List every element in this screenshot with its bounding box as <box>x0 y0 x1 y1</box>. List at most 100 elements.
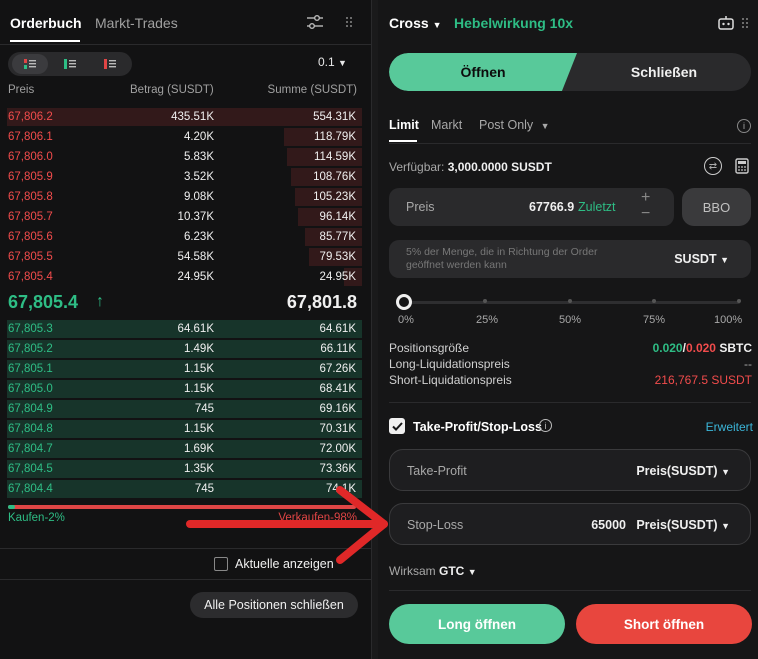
bid-row[interactable]: 67,804.9 745 69.16K <box>0 399 362 419</box>
ask-row[interactable]: 67,805.5 54.58K 79.53K <box>0 247 362 267</box>
price-input[interactable]: Preis 67766.9 Zuletzt + − <box>389 188 674 226</box>
row-total: 69.16K <box>319 403 356 415</box>
calculator-icon[interactable] <box>734 157 750 175</box>
bid-row[interactable]: 67,804.4 745 74.1K <box>0 479 362 499</box>
drag-handle-icon[interactable] <box>740 15 750 31</box>
ask-row[interactable]: 67,805.8 9.08K 105.23K <box>0 187 362 207</box>
row-price: 67,804.5 <box>8 463 53 475</box>
tif-select[interactable]: GTC ▼ <box>439 564 477 578</box>
open-close-toggle: Öffnen Schließen <box>389 53 751 91</box>
row-amount: 4.20K <box>183 131 214 143</box>
show-current-checkbox[interactable] <box>214 557 228 571</box>
row-amount: 1.49K <box>183 343 214 355</box>
ask-row[interactable]: 67,805.4 24.95K 24.95K <box>0 267 362 287</box>
slider-step-dot[interactable] <box>737 299 741 303</box>
long-liquidation-value: -- <box>744 357 752 371</box>
row-price: 67,804.9 <box>8 403 53 415</box>
ask-row[interactable]: 67,806.0 5.83K 114.59K <box>0 147 362 167</box>
tab-market-trades[interactable]: Markt-Trades <box>95 15 178 31</box>
view-both-button[interactable] <box>12 54 48 74</box>
position-size-unit: SBTC <box>719 341 752 355</box>
open-short-button[interactable]: Short öffnen <box>576 604 752 644</box>
quantity-unit-select[interactable]: SUSDT ▼ <box>674 252 729 266</box>
slider-step-dot[interactable] <box>652 299 656 303</box>
stop-loss-label: Stop-Loss <box>407 518 464 532</box>
bid-row[interactable]: 67,804.8 1.15K 70.31K <box>0 419 362 439</box>
settings-sliders-icon[interactable] <box>304 12 326 32</box>
bid-row[interactable]: 67,804.7 1.69K 72.00K <box>0 439 362 459</box>
order-type-market[interactable]: Markt <box>431 118 462 132</box>
row-amount: 1.15K <box>183 423 214 435</box>
arrow-up-icon: ↑ <box>96 293 104 310</box>
bid-row[interactable]: 67,805.1 1.15K 67.26K <box>0 359 362 379</box>
row-total: 72.00K <box>319 443 356 455</box>
row-price: 67,805.1 <box>8 363 53 375</box>
precision-select[interactable]: 0.1 ▼ <box>318 55 347 69</box>
buy-sell-ratio-bar <box>8 505 356 509</box>
slider-step-dot[interactable] <box>568 299 572 303</box>
tif-value: GTC <box>439 564 465 578</box>
row-price: 67,805.7 <box>8 211 53 223</box>
stop-loss-value[interactable]: 65000 <box>591 518 626 532</box>
ask-row[interactable]: 67,805.7 10.37K 96.14K <box>0 207 362 227</box>
row-amount: 1.69K <box>183 443 214 455</box>
row-price: 67,805.6 <box>8 231 53 243</box>
close-all-positions-button[interactable]: Alle Positionen schließen <box>190 592 358 618</box>
order-type-post-only[interactable]: Post Only ▼ <box>479 118 550 132</box>
stop-loss-input[interactable]: Stop-Loss 65000 Preis(SUSDT) ▼ <box>389 503 751 545</box>
caret-down-icon: ▼ <box>432 20 442 30</box>
info-icon[interactable]: i <box>539 419 552 432</box>
slider-step-dot[interactable] <box>483 299 487 303</box>
stop-loss-unit-select[interactable]: Preis(SUSDT) ▼ <box>636 518 730 532</box>
slider-label-0: 0% <box>398 314 414 326</box>
available-value: 3,000.0000 SUSDT <box>447 160 552 174</box>
close-tab-button[interactable]: Schließen <box>577 53 751 91</box>
position-size-label: Positionsgröße <box>389 341 470 355</box>
view-bids-button[interactable] <box>52 54 88 74</box>
bid-row[interactable]: 67,804.5 1.35K 73.36K <box>0 459 362 479</box>
row-total: 85.77K <box>319 231 356 243</box>
position-size-short: 0.020 <box>685 341 716 355</box>
short-liquidation-label: Short-Liquidationspreis <box>389 373 512 387</box>
size-slider-handle[interactable] <box>396 294 412 310</box>
info-icon[interactable]: i <box>737 119 751 133</box>
row-price: 67,805.5 <box>8 251 53 263</box>
leverage-button[interactable]: Hebelwirkung 10x <box>454 15 573 31</box>
order-type-limit[interactable]: Limit <box>389 118 419 132</box>
bid-row[interactable]: 67,805.2 1.49K 66.11K <box>0 339 362 359</box>
quantity-input[interactable]: 5% der Menge, die in Richtung der Order … <box>389 240 751 278</box>
bid-row[interactable]: 67,805.0 1.15K 68.41K <box>0 379 362 399</box>
advanced-link[interactable]: Erweitert <box>706 420 753 434</box>
row-price: 67,804.4 <box>8 483 53 495</box>
short-liquidation-value: 216,767.5 SUSDT <box>654 373 752 387</box>
row-price: 67,805.2 <box>8 343 53 355</box>
ask-row[interactable]: 67,805.6 6.23K 85.77K <box>0 227 362 247</box>
open-tab-button[interactable]: Öffnen <box>389 53 577 91</box>
take-profit-unit-select[interactable]: Preis(SUSDT) ▼ <box>636 464 730 478</box>
row-amount: 435.51K <box>171 111 214 123</box>
ask-row[interactable]: 67,806.2 435.51K 554.31K <box>0 107 362 127</box>
order-type-divider <box>389 143 751 144</box>
position-size-value: 0.020/0.020 SBTC <box>653 341 752 355</box>
take-profit-input[interactable]: Take-Profit Preis(SUSDT) ▼ <box>389 449 751 491</box>
bbo-button[interactable]: BBO <box>682 188 751 226</box>
row-total: 70.31K <box>319 423 356 435</box>
tab-orderbook[interactable]: Orderbuch <box>10 15 82 31</box>
price-value[interactable]: 67766.9 <box>529 200 574 214</box>
row-total: 24.95K <box>319 271 356 283</box>
ask-row[interactable]: 67,806.1 4.20K 118.79K <box>0 127 362 147</box>
ask-row[interactable]: 67,805.9 3.52K 108.76K <box>0 167 362 187</box>
latest-price-link[interactable]: Zuletzt <box>578 200 616 214</box>
open-long-button[interactable]: Long öffnen <box>389 604 565 644</box>
drag-handle-icon[interactable] <box>342 14 356 30</box>
minus-icon[interactable]: − <box>641 205 650 223</box>
tabs-divider <box>0 44 372 45</box>
bot-icon[interactable] <box>716 13 736 33</box>
caret-down-icon: ▼ <box>721 467 730 477</box>
transfer-icon[interactable]: ⇄ <box>704 157 722 175</box>
bid-row[interactable]: 67,805.3 64.61K 64.61K <box>0 319 362 339</box>
tpsl-checkbox[interactable] <box>389 418 405 434</box>
margin-mode-select[interactable]: Cross ▼ <box>389 15 442 31</box>
row-total: 64.61K <box>319 323 356 335</box>
view-asks-button[interactable] <box>92 54 128 74</box>
